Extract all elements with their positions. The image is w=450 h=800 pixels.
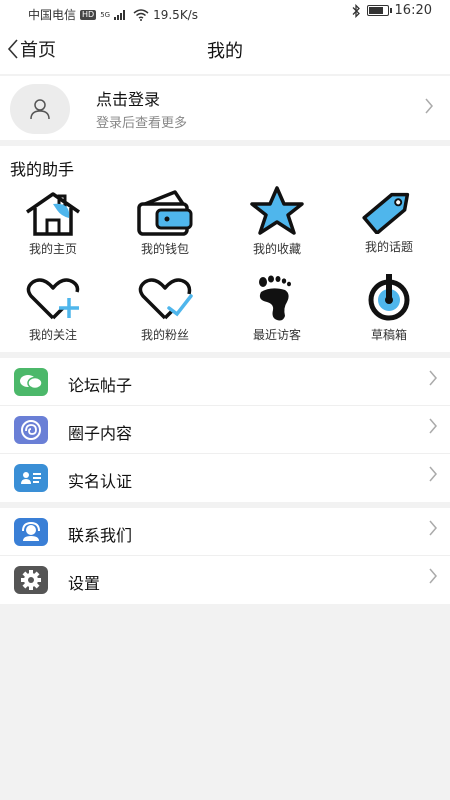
home-icon (26, 192, 80, 236)
helper-title: 我的助手 (10, 160, 75, 179)
id-card-icon (14, 464, 48, 492)
grid-label: 我的话题 (364, 240, 413, 254)
gear-icon (14, 566, 48, 594)
menu-item-settings[interactable]: 设置 (0, 556, 450, 604)
grid-label: 我的收藏 (252, 242, 301, 256)
chevron-right-icon (429, 418, 437, 434)
page-title: 我的 (207, 41, 243, 62)
menu-label: 联系我们 (68, 526, 133, 545)
menu-item-contact-us[interactable]: 联系我们 (0, 508, 450, 556)
grid-item-wallet[interactable]: 我的钱包 (120, 190, 210, 257)
status-right: 16:20 (351, 3, 432, 18)
grid-item-visitors[interactable]: 最近访客 (232, 274, 322, 343)
grid-label: 我的主页 (28, 242, 77, 256)
tag-icon (362, 192, 410, 234)
chevron-right-icon (429, 520, 437, 536)
grid-label: 草稿箱 (370, 328, 407, 342)
chevron-right-icon (429, 466, 437, 482)
back-label: 首页 (20, 40, 56, 61)
draft-icon (368, 274, 410, 321)
menu-item-real-name-auth[interactable]: 实名认证 (0, 454, 450, 502)
avatar (10, 84, 70, 134)
menu-item-circle-content[interactable]: 圈子内容 (0, 406, 450, 454)
menu-item-forum-posts[interactable]: 论坛帖子 (0, 358, 450, 406)
nav-bar: 首页 我的 (0, 26, 450, 74)
menu-label: 圈子内容 (68, 424, 133, 443)
chevron-left-icon (7, 39, 18, 59)
helper-section: 我的助手 我的主页 我的钱包 我的收藏 我的话题 我的关注 我的粉丝 最近访客 … (0, 146, 450, 352)
grid-item-drafts[interactable]: 草稿箱 (344, 272, 434, 343)
status-bar: 中国电信 HD 5G 19.5K/s 16:20 (0, 0, 450, 26)
network-type: 5G (100, 10, 111, 19)
chevron-right-icon (429, 568, 437, 584)
menu-group-support: 联系我们 设置 (0, 508, 450, 604)
grid-item-fans[interactable]: 我的粉丝 (120, 276, 210, 343)
wifi-icon (133, 8, 149, 21)
star-icon (250, 186, 304, 235)
login-row[interactable]: 点击登录 登录后查看更多 (0, 76, 450, 140)
back-button[interactable]: 首页 (6, 36, 56, 62)
headset-icon (14, 518, 48, 546)
login-title: 点击登录 (96, 90, 161, 109)
heart-plus-icon (26, 278, 80, 320)
battery-icon (366, 5, 392, 16)
signal-icon (114, 9, 126, 20)
user-icon (30, 99, 50, 120)
grid-item-topics[interactable]: 我的话题 (344, 186, 434, 255)
wallet-icon (137, 190, 193, 236)
footprint-icon (259, 275, 291, 321)
heart-check-icon (138, 278, 193, 320)
circle-swirl-icon (14, 416, 48, 444)
grid-item-following[interactable]: 我的关注 (8, 276, 98, 343)
grid-item-favorites[interactable]: 我的收藏 (232, 186, 322, 257)
grid-label: 最近访客 (252, 328, 301, 342)
clock-time: 16:20 (394, 3, 432, 18)
carrier-label: 中国电信 (28, 8, 77, 22)
bluetooth-icon (352, 3, 360, 18)
grid-label: 我的钱包 (140, 242, 189, 256)
chevron-right-icon (429, 370, 437, 386)
chat-bubbles-icon (14, 368, 48, 396)
hd-badge: HD (80, 9, 97, 20)
network-speed: 19.5K/s (153, 7, 198, 22)
chevron-right-icon (425, 98, 433, 114)
menu-label: 论坛帖子 (68, 376, 133, 395)
login-subtitle: 登录后查看更多 (96, 116, 188, 131)
grid-item-home[interactable]: 我的主页 (8, 190, 98, 257)
menu-label: 实名认证 (68, 472, 133, 491)
menu-group-content: 论坛帖子 圈子内容 实名认证 (0, 358, 450, 502)
status-left: 中国电信 HD 5G 19.5K/s (28, 6, 198, 23)
menu-label: 设置 (68, 574, 101, 593)
grid-label: 我的关注 (28, 328, 77, 342)
grid-label: 我的粉丝 (140, 328, 189, 342)
